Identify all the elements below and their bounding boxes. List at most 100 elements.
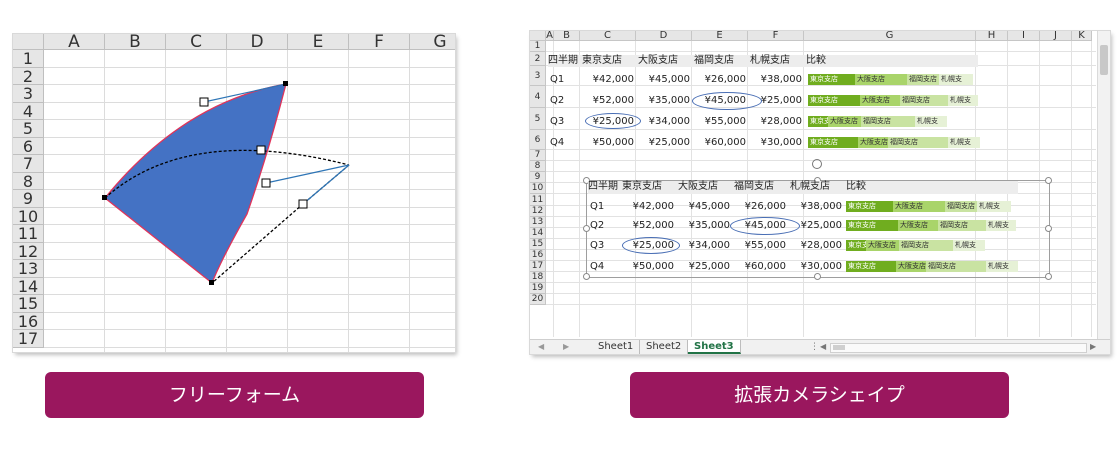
row-header-7[interactable]: 7 bbox=[530, 150, 546, 161]
column-header-c[interactable]: C bbox=[580, 31, 636, 41]
bezier-handle[interactable] bbox=[256, 145, 266, 155]
table-header-cell[interactable]: 札幌支店 bbox=[750, 53, 790, 68]
quarter-cell[interactable]: Q2 bbox=[550, 93, 564, 108]
column-header-f[interactable]: F bbox=[748, 31, 804, 41]
tab-sheet3[interactable]: Sheet3 bbox=[688, 340, 741, 354]
camera-comparison-bar: 東京支店 bbox=[846, 240, 866, 251]
table-header-cell[interactable]: 四半期 bbox=[548, 53, 578, 68]
scroll-thumb[interactable] bbox=[1100, 45, 1108, 75]
comparison-bar: 札幌支 bbox=[948, 137, 980, 148]
bezier-handle[interactable] bbox=[199, 97, 209, 107]
comparison-bar: 大阪支店 bbox=[860, 95, 900, 106]
camera-shape-label: 拡張カメラシェイプ bbox=[630, 372, 1009, 418]
camera-header-cell: 福岡支店 bbox=[734, 181, 774, 192]
sapporo-cell[interactable]: ¥28,000 bbox=[750, 114, 802, 129]
table-header-cell[interactable]: 大阪支店 bbox=[638, 53, 678, 68]
sapporo-cell[interactable]: ¥30,000 bbox=[750, 135, 802, 150]
camera-tokyo-cell: ¥42,000 bbox=[632, 201, 674, 212]
table-header-cell[interactable]: 東京支店 bbox=[582, 53, 622, 68]
row-header-13[interactable]: 13 bbox=[530, 217, 546, 228]
comparison-bar: 大阪支店 bbox=[858, 137, 888, 148]
nav-right-icon[interactable]: ▶ bbox=[563, 340, 569, 354]
camera-osaka-cell: ¥35,000 bbox=[688, 220, 730, 231]
row-header-9[interactable]: 9 bbox=[530, 172, 546, 183]
row-header-17[interactable]: 17 bbox=[530, 261, 546, 272]
fukuoka-cell[interactable]: ¥26,000 bbox=[694, 72, 746, 87]
row-header-5[interactable]: 5 bbox=[530, 108, 546, 130]
column-header-e[interactable]: E bbox=[692, 31, 748, 41]
row-header-3[interactable]: 3 bbox=[530, 66, 546, 86]
grid-line bbox=[546, 51, 1096, 52]
row-header-14[interactable]: 14 bbox=[530, 228, 546, 239]
resize-handle[interactable] bbox=[1045, 273, 1052, 280]
table-header-cell[interactable]: 福岡支店 bbox=[694, 53, 734, 68]
column-header-i[interactable]: I bbox=[1008, 31, 1040, 41]
sapporo-cell[interactable]: ¥38,000 bbox=[750, 72, 802, 87]
column-header-g[interactable]: G bbox=[804, 31, 976, 41]
resize-handle[interactable] bbox=[583, 273, 590, 280]
row-header-16[interactable]: 16 bbox=[530, 250, 546, 261]
row-header-20[interactable]: 20 bbox=[530, 294, 546, 305]
column-header-b[interactable]: B bbox=[554, 31, 580, 41]
quarter-cell[interactable]: Q3 bbox=[550, 114, 564, 129]
camera-sapporo-cell: ¥38,000 bbox=[800, 201, 842, 212]
resize-handle[interactable] bbox=[1045, 177, 1052, 184]
vertex-point[interactable] bbox=[283, 81, 288, 86]
row-header-15[interactable]: 15 bbox=[530, 239, 546, 250]
camera-quarter-cell: Q3 bbox=[590, 240, 605, 251]
row-header-19[interactable]: 19 bbox=[530, 283, 546, 294]
osaka-cell[interactable]: ¥25,000 bbox=[638, 135, 690, 150]
tokyo-cell[interactable]: ¥50,000 bbox=[582, 135, 634, 150]
resize-handle[interactable] bbox=[1045, 225, 1052, 232]
bezier-handle[interactable] bbox=[298, 199, 308, 209]
row-header-6[interactable]: 6 bbox=[530, 130, 546, 150]
row-header-2[interactable]: 2 bbox=[530, 52, 546, 66]
row-header-8[interactable]: 8 bbox=[530, 161, 546, 172]
row-header-11[interactable]: 11 bbox=[530, 194, 546, 206]
fukuoka-cell[interactable]: ¥60,000 bbox=[694, 135, 746, 150]
nav-left-icon[interactable]: ◀ bbox=[538, 340, 544, 354]
resize-handle[interactable] bbox=[814, 273, 821, 280]
column-header-a[interactable]: A bbox=[546, 31, 554, 41]
hscroll-left-icon[interactable]: ◀ bbox=[820, 340, 826, 354]
quarter-cell[interactable]: Q4 bbox=[550, 135, 564, 150]
tokyo-cell[interactable]: ¥42,000 bbox=[582, 72, 634, 87]
camera-comparison-bar: 福岡支店 bbox=[938, 220, 986, 231]
column-header-j[interactable]: J bbox=[1040, 31, 1072, 41]
row-header-4[interactable]: 4 bbox=[530, 86, 546, 108]
vertex-point[interactable] bbox=[102, 195, 107, 200]
camera-fukuoka-cell: ¥60,000 bbox=[744, 261, 786, 272]
grid-line bbox=[546, 129, 1096, 130]
hscroll-right-icon[interactable]: ▶ bbox=[1090, 340, 1096, 354]
tab-sheet2[interactable]: Sheet2 bbox=[640, 340, 689, 354]
row-header-10[interactable]: 10 bbox=[530, 183, 546, 194]
osaka-cell[interactable]: ¥35,000 bbox=[638, 93, 690, 108]
table-header-cell[interactable]: 比較 bbox=[806, 53, 826, 68]
resize-handle[interactable] bbox=[583, 225, 590, 232]
more-options-icon[interactable]: ⋮ bbox=[810, 340, 819, 354]
column-header-d[interactable]: D bbox=[636, 31, 692, 41]
bezier-handle[interactable] bbox=[261, 178, 271, 188]
camera-header-cell: 札幌支店 bbox=[790, 181, 830, 192]
freeform-shape-layer[interactable] bbox=[13, 34, 455, 352]
annotation-circle bbox=[585, 113, 641, 129]
select-all-corner[interactable] bbox=[530, 31, 546, 41]
fukuoka-cell[interactable]: ¥55,000 bbox=[694, 114, 746, 129]
quarter-cell[interactable]: Q1 bbox=[550, 72, 564, 87]
tokyo-cell[interactable]: ¥52,000 bbox=[582, 93, 634, 108]
camera-comparison-bar: 東京支店 bbox=[846, 261, 896, 272]
camera-quarter-cell: Q1 bbox=[590, 201, 605, 212]
row-header-12[interactable]: 12 bbox=[530, 206, 546, 217]
tab-sheet1[interactable]: Sheet1 bbox=[592, 340, 641, 354]
grid-line bbox=[546, 293, 1096, 294]
row-header-18[interactable]: 18 bbox=[530, 272, 546, 283]
column-header-k[interactable]: K bbox=[1072, 31, 1092, 41]
vertex-point[interactable] bbox=[209, 280, 214, 285]
rotate-handle-icon[interactable] bbox=[812, 159, 822, 169]
column-header-h[interactable]: H bbox=[976, 31, 1008, 41]
osaka-cell[interactable]: ¥34,000 bbox=[638, 114, 690, 129]
horizontal-scrollbar[interactable] bbox=[830, 343, 1087, 353]
osaka-cell[interactable]: ¥45,000 bbox=[638, 72, 690, 87]
row-header-1[interactable]: 1 bbox=[530, 41, 546, 52]
vertical-scrollbar[interactable] bbox=[1097, 31, 1110, 339]
